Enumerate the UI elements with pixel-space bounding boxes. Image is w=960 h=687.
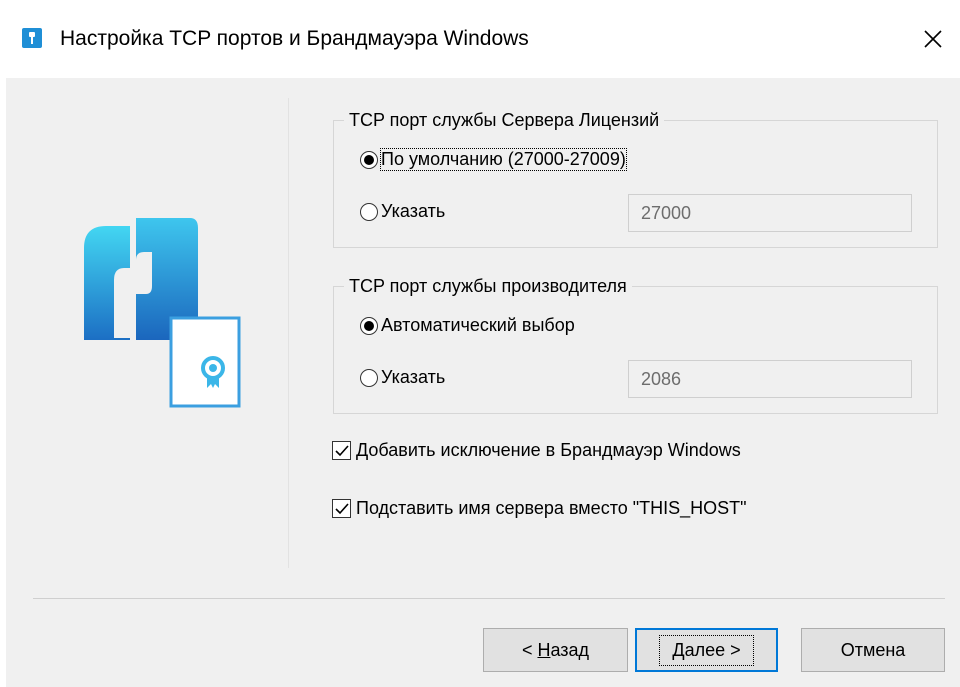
radio-unselected-indicator (360, 202, 378, 221)
next-button-label: Далее > (659, 634, 754, 666)
license-server-logo (84, 218, 244, 418)
vendor-port-specify-radio[interactable]: Указать (360, 367, 445, 388)
back-button-label: < Назад (521, 639, 590, 660)
window-title: Настройка TCP портов и Брандмауэра Windo… (60, 27, 529, 50)
firewall-exception-checkbox[interactable]: Добавить исключение в Брандмауэр Windows (332, 440, 741, 461)
substitute-hostname-checkbox[interactable]: Подставить имя сервера вместо "THIS_HOST… (332, 498, 747, 519)
cancel-button-label: Отмена (840, 639, 906, 660)
radio-selected-indicator (360, 316, 378, 335)
firewall-exception-label: Добавить исключение в Брандмауэр Windows (356, 440, 741, 460)
radio-unselected-indicator (360, 368, 378, 387)
license-port-input[interactable]: 27000 (628, 194, 912, 232)
vendor-port-auto-label: Автоматический выбор (381, 315, 575, 335)
vendor-port-legend: TCP порт службы производителя (344, 273, 632, 299)
horizontal-divider (33, 598, 945, 599)
vendor-port-group: TCP порт службы производителя Автоматиче… (333, 273, 938, 414)
dialog-window: Настройка TCP портов и Брандмауэра Windo… (0, 0, 960, 687)
next-button[interactable]: Далее > (635, 628, 778, 672)
license-port-default-label: По умолчанию (27000-27009) (380, 148, 627, 171)
close-icon (924, 30, 942, 48)
back-button[interactable]: < Назад (483, 628, 628, 672)
vertical-divider (288, 98, 289, 568)
title-bar: Настройка TCP портов и Брандмауэра Windo… (6, 0, 960, 78)
dialog-content: TCP порт службы Сервера Лицензий По умол… (6, 78, 960, 687)
license-port-group: TCP порт службы Сервера Лицензий По умол… (333, 107, 938, 248)
checkbox-checked-indicator (332, 441, 351, 460)
license-port-specify-radio[interactable]: Указать (360, 201, 445, 222)
checkmark-icon (334, 502, 349, 514)
license-port-legend: TCP порт службы Сервера Лицензий (344, 107, 665, 133)
checkbox-checked-indicator (332, 499, 351, 518)
vendor-port-specify-label: Указать (381, 367, 446, 387)
vendor-port-auto-radio[interactable]: Автоматический выбор (360, 315, 575, 336)
close-button[interactable] (906, 14, 960, 64)
license-port-default-radio[interactable]: По умолчанию (27000-27009) (360, 148, 627, 171)
checkmark-icon (334, 444, 349, 456)
radio-selected-indicator (360, 150, 378, 169)
substitute-hostname-label: Подставить имя сервера вместо "THIS_HOST… (356, 498, 747, 518)
vendor-port-input[interactable]: 2086 (628, 360, 912, 398)
license-port-specify-label: Указать (381, 201, 446, 221)
cancel-button[interactable]: Отмена (801, 628, 945, 672)
app-icon (22, 28, 42, 48)
